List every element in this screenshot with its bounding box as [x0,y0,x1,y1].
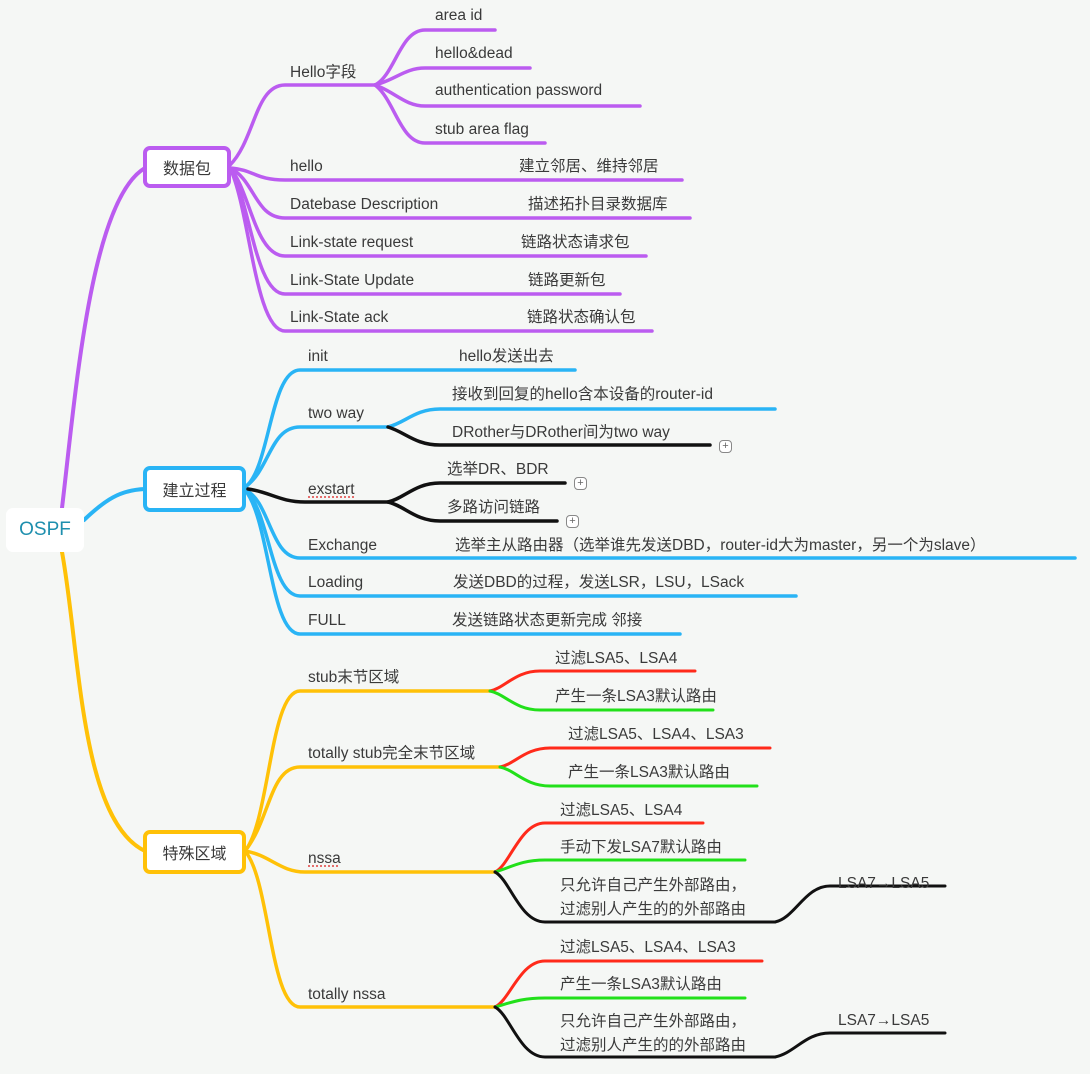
node-stub-child-2[interactable]: 产生一条LSA3默认路由 [555,688,717,706]
expand-icon[interactable]: + [574,477,587,490]
link-hello-fields [228,83,377,167]
node-init[interactable]: init [308,348,328,366]
link-root-process [82,487,147,522]
node-dbd-desc[interactable]: 描述拓扑目录数据库 [528,196,668,214]
two-way-child-2-text: DRother与DRother间为two way [452,424,670,441]
node-hello-desc[interactable]: 建立邻居、维持邻居 [519,158,659,176]
node-exchange[interactable]: Exchange [308,537,377,555]
node-hello[interactable]: hello [290,158,323,176]
node-lsr[interactable]: Link-state request [290,234,413,252]
node-nssa-sub[interactable]: LSA7→LSA5 [838,875,929,893]
link-nssa-green [493,858,747,874]
node-two-way-child-2[interactable]: DRother与DRother间为two way [452,424,670,442]
node-totally-nssa-child-2[interactable]: 产生一条LSA3默认路由 [560,976,722,994]
node-hello-fields[interactable]: Hello字段 [290,64,356,82]
node-lsu[interactable]: Link-State Update [290,272,414,290]
link-totallynssa [243,849,497,1009]
node-stub-area-flag[interactable]: stub area flag [435,121,529,139]
node-area-id[interactable]: area id [435,7,482,25]
expand-icon[interactable]: + [566,515,579,528]
node-totally-stub[interactable]: totally stub完全末节区域 [308,745,475,763]
node-areas[interactable]: 特殊区域 [143,830,246,874]
node-totally-nssa-child-3[interactable]: 只允许自己产生外部路由， 过滤别人产生的的外部路由 [560,1010,746,1058]
node-two-way-child-1[interactable]: 接收到回复的hello含本设备的router-id [452,386,713,404]
node-init-desc[interactable]: hello发送出去 [459,348,554,366]
node-exchange-desc[interactable]: 选举主从路由器（选举谁先发送DBD，router-id大为master，另一个为… [455,537,986,555]
node-dbd[interactable]: Datebase Description [290,196,438,214]
node-exstart-child-2[interactable]: 多路访问链路 [447,499,540,517]
node-packets[interactable]: 数据包 [143,146,231,188]
node-exstart[interactable]: exstart [308,481,355,499]
link-nssa [243,849,497,874]
link-tnssa-green [493,996,747,1009]
link-root-packets [60,166,147,510]
node-auth-password[interactable]: authentication password [435,82,602,100]
node-exstart-child-1[interactable]: 选举DR、BDR [447,461,549,479]
node-stub-child-1[interactable]: 过滤LSA5、LSA4 [555,650,677,668]
node-full[interactable]: FULL [308,612,346,630]
node-loading-desc[interactable]: 发送DBD的过程，发送LSR，LSU，LSack [453,574,744,592]
node-lsack-desc[interactable]: 链路状态确认包 [527,309,636,327]
link-root-areas [60,550,147,853]
node-totally-nssa-sub[interactable]: LSA7→LSA5 [838,1012,929,1030]
node-nssa-child-3[interactable]: 只允许自己产生外部路由， 过滤别人产生的的外部路由 [560,874,746,922]
node-nssa[interactable]: nssa [308,850,341,868]
node-totally-stub-child-2[interactable]: 产生一条LSA3默认路由 [568,764,730,782]
node-two-way[interactable]: two way [308,405,364,423]
link-tnssa-sub [773,1031,947,1059]
expand-icon[interactable]: + [719,440,732,453]
node-lsack[interactable]: Link-State ack [290,309,388,327]
totally-nssa-label: totally nssa [308,986,386,1003]
node-totally-stub-child-1[interactable]: 过滤LSA5、LSA4、LSA3 [568,726,744,744]
node-hello-dead[interactable]: hello&dead [435,45,513,63]
link-totallystub [243,765,502,853]
node-totally-nssa-child-1[interactable]: 过滤LSA5、LSA4、LSA3 [560,939,736,957]
link-stub [243,689,492,853]
node-nssa-child-1[interactable]: 过滤LSA5、LSA4 [560,802,682,820]
node-totally-nssa[interactable]: totally nssa [308,986,386,1004]
node-lsr-desc[interactable]: 链路状态请求包 [521,234,630,252]
node-process[interactable]: 建立过程 [143,466,246,512]
node-full-desc[interactable]: 发送链路状态更新完成 邻接 [452,612,642,630]
node-loading[interactable]: Loading [308,574,363,592]
node-stub[interactable]: stub末节区域 [308,669,399,687]
node-lsu-desc[interactable]: 链路更新包 [528,272,606,290]
node-nssa-child-2[interactable]: 手动下发LSA7默认路由 [560,839,722,857]
root-node-ospf[interactable]: OSPF [6,508,84,552]
